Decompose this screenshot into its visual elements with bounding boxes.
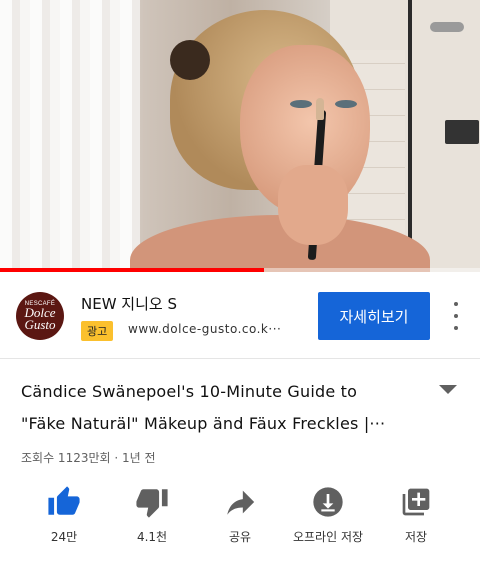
video-background-curtain [0, 0, 140, 272]
share-icon [220, 482, 260, 522]
learn-more-button[interactable]: 자세히보기 [318, 292, 430, 340]
like-button[interactable]: 24만 [19, 482, 109, 545]
chevron-down-icon[interactable] [439, 385, 457, 394]
download-label: 오프라인 저장 [292, 530, 364, 544]
playlist-add-icon [396, 482, 436, 522]
video-player[interactable] [0, 0, 480, 272]
video-subject-bun [170, 40, 210, 80]
action-bar: 24만 4.1천 공유 오프라인 저장 저장 [0, 482, 480, 552]
like-count: 24만 [50, 530, 78, 544]
save-button[interactable]: 저장 [371, 482, 461, 545]
dislike-count: 4.1천 [136, 530, 168, 544]
video-shower-head [430, 22, 464, 32]
more-vert-icon[interactable] [448, 302, 464, 330]
video-subject-eye [290, 100, 312, 108]
video-subject-eye [335, 100, 357, 108]
ad-title[interactable]: NEW 지니오 S [81, 293, 177, 314]
logo-line: Gusto [24, 317, 56, 332]
ad-banner[interactable]: NESCAFÉ Dolce Gusto NEW 지니오 S 광고 www.dol… [0, 272, 480, 359]
video-makeup-brush-tip [316, 98, 324, 120]
dislike-button[interactable]: 4.1천 [107, 482, 197, 545]
advertiser-logo[interactable]: NESCAFÉ Dolce Gusto [16, 292, 64, 340]
video-meta: 조회수 1123만회 · 1년 전 [21, 451, 156, 465]
ad-badge: 광고 [81, 321, 114, 341]
share-button[interactable]: 공유 [195, 482, 285, 545]
save-label: 저장 [404, 530, 428, 544]
share-label: 공유 [228, 530, 252, 544]
video-title[interactable]: Cändice Swänepoel's 10-Minute Guide to "… [21, 376, 421, 440]
video-title-line: Cändice Swänepoel's 10-Minute Guide to [21, 382, 358, 401]
download-icon [308, 482, 348, 522]
download-button[interactable]: 오프라인 저장 [283, 482, 373, 545]
video-shelf [445, 120, 479, 144]
thumb-down-icon [132, 482, 172, 522]
video-subject-hand [278, 165, 348, 245]
video-shower-frame [408, 0, 412, 272]
thumb-up-icon [44, 482, 84, 522]
video-title-line: "Fäke Naturäl" Mäkeup änd Fäux Freckles … [21, 414, 386, 433]
ad-url[interactable]: www.dolce-gusto.co.k··· [128, 322, 308, 336]
